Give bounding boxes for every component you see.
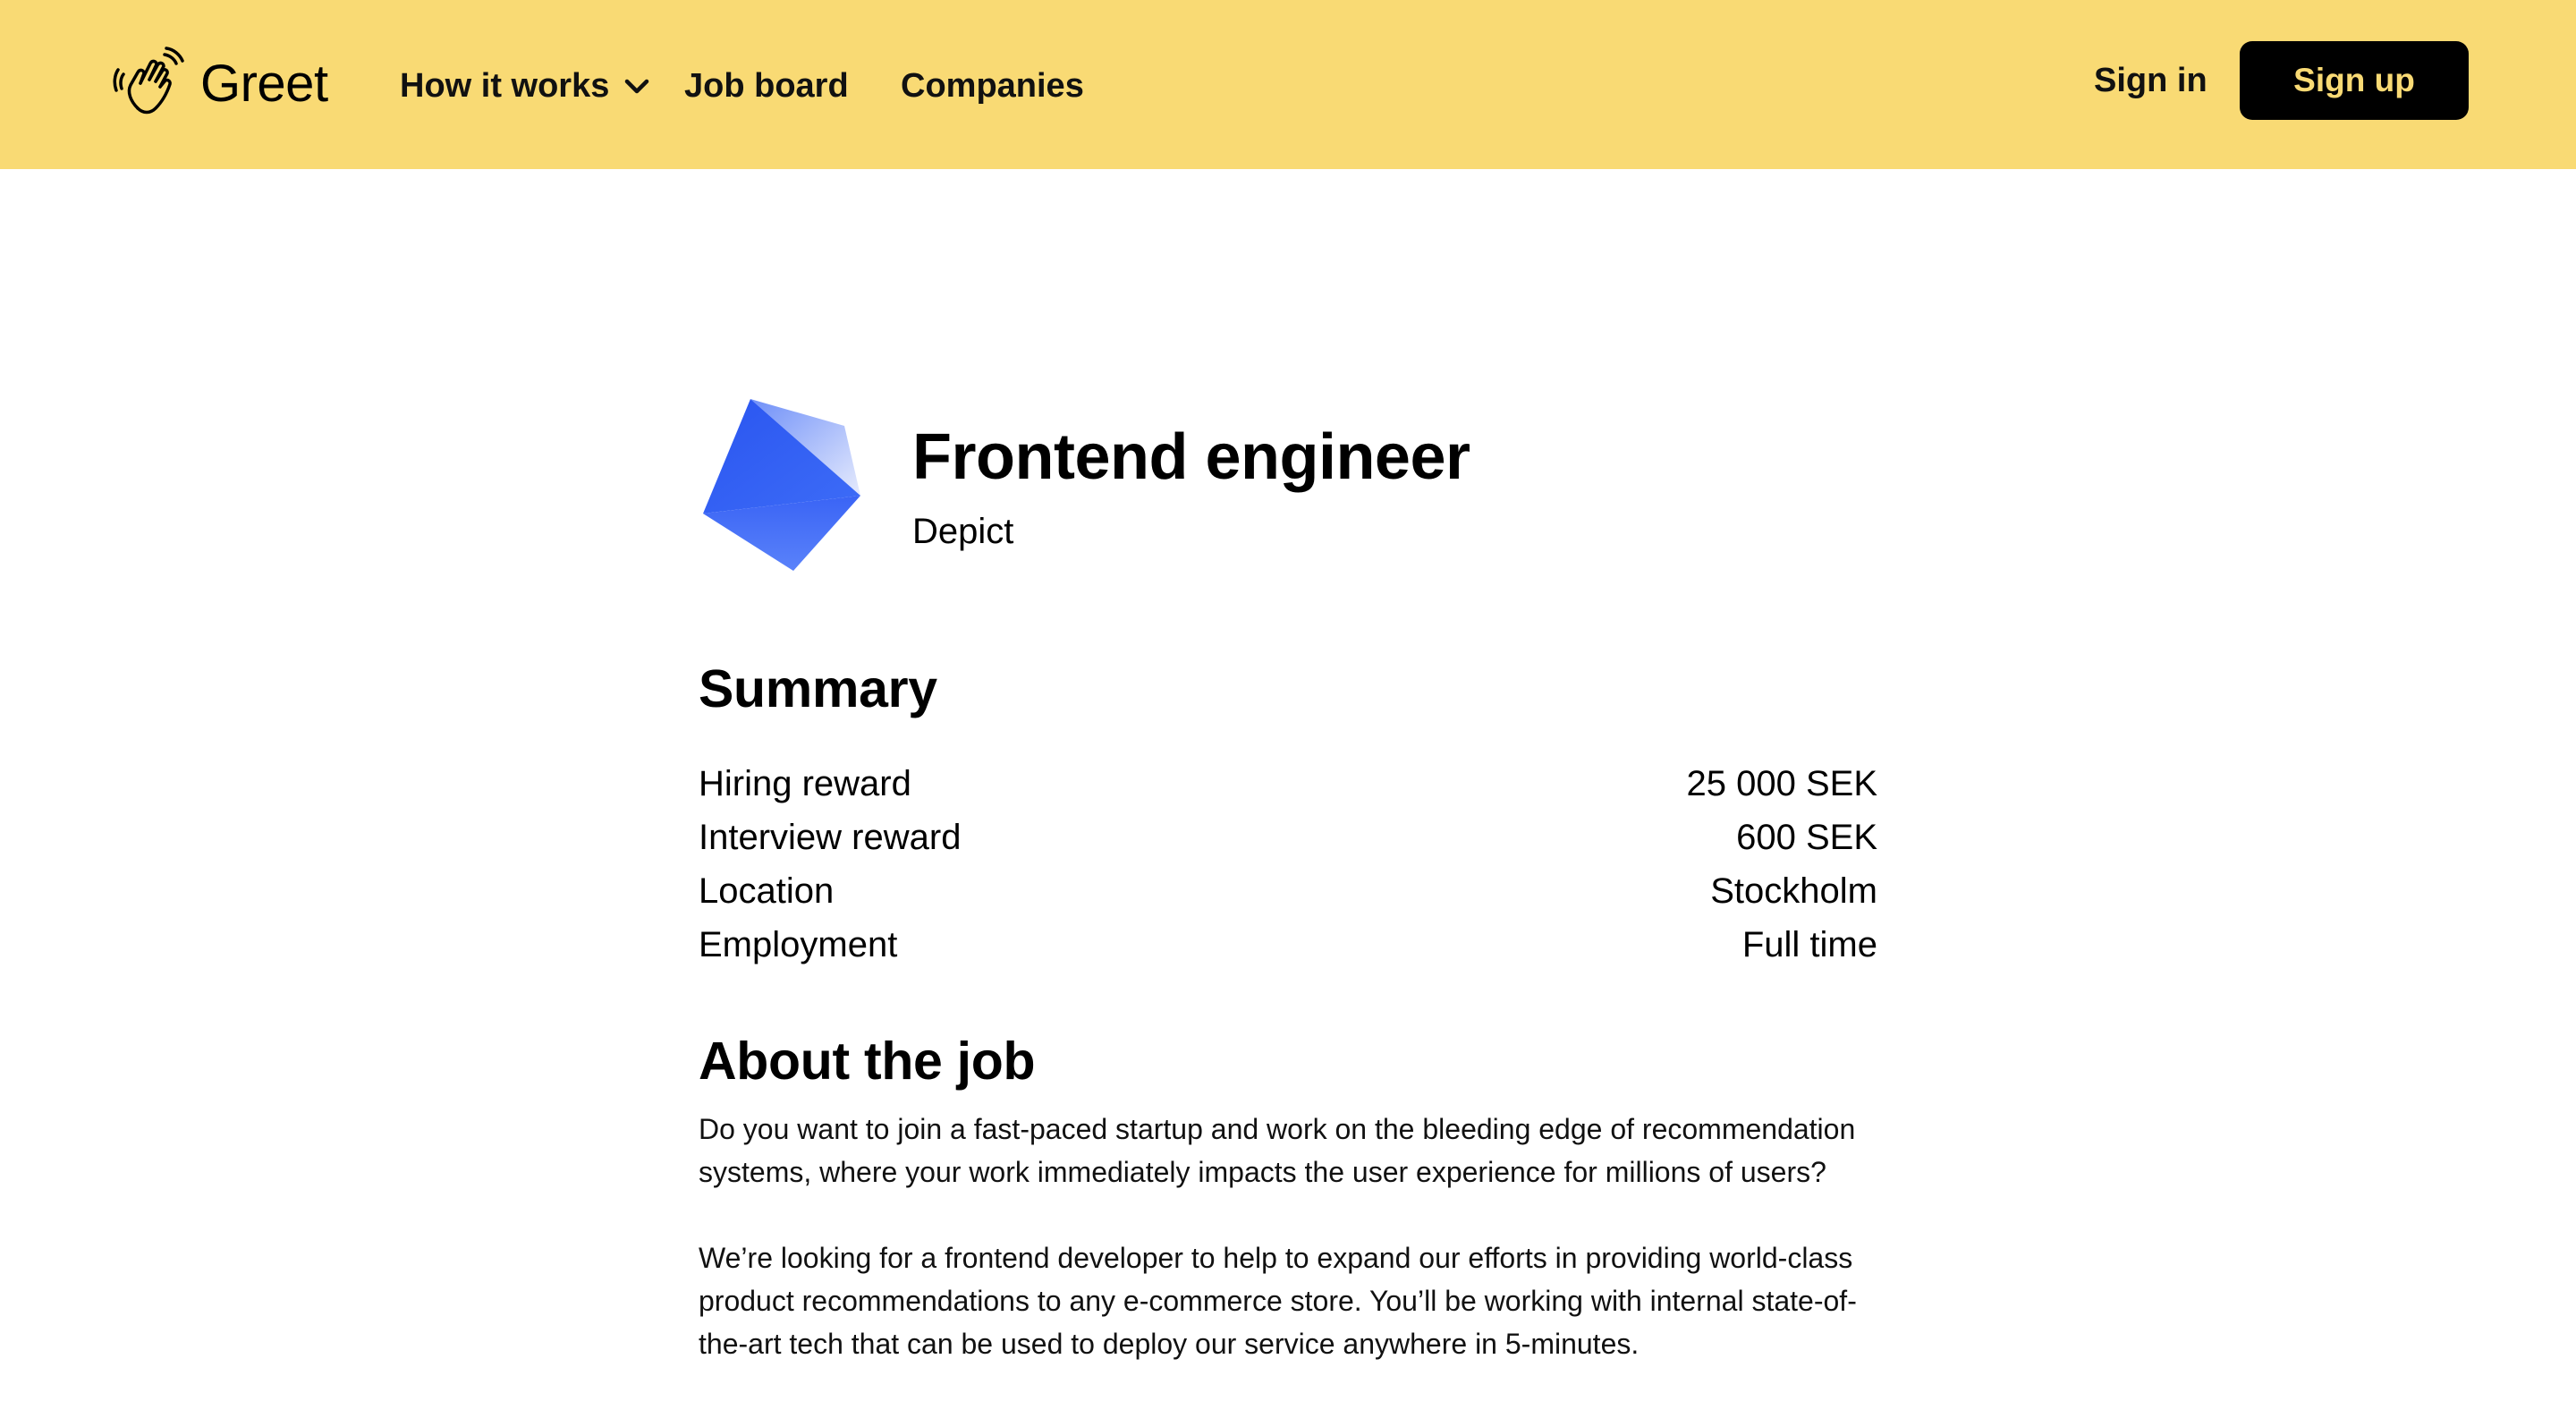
company-name: Depict [912,512,1014,551]
about-job-text: Do you want to join a fast-paced startup… [699,1108,1888,1365]
summary-table: Hiring reward 25 000 SEK Interview rewar… [699,757,1877,972]
job-title: Frontend engineer [912,421,1470,493]
sign-up-button[interactable]: Sign up [2240,41,2469,120]
summary-label: Employment [699,925,898,964]
summary-label: Interview reward [699,818,962,857]
summary-row: Hiring reward 25 000 SEK [699,757,1877,811]
home-logo-link[interactable]: Greet [111,43,328,123]
summary-value: 600 SEK [1736,818,1877,857]
about-paragraph: We’re looking for a frontend developer t… [699,1242,1857,1360]
nav-companies[interactable]: Companies [901,61,1084,111]
sign-in-link[interactable]: Sign in [2094,55,2207,106]
about-heading: About the job [699,1032,1036,1091]
summary-heading: Summary [699,659,937,718]
summary-row: Employment Full time [699,918,1877,972]
company-logo [703,399,860,571]
summary-value: 25 000 SEK [1686,764,1878,803]
summary-row: Location Stockholm [699,864,1877,918]
summary-value: Stockholm [1710,871,1877,911]
chevron-down-icon [625,79,649,94]
summary-label: Location [699,871,835,911]
nav-job-board[interactable]: Job board [684,61,849,111]
top-navigation-bar: Greet How it works Job board Companies S… [0,0,2576,169]
nav-how-it-works[interactable]: How it works [400,61,652,111]
brand-name: Greet [200,54,328,113]
summary-value: Full time [1741,925,1877,964]
summary-label: Hiring reward [699,764,911,803]
nav-how-it-works-label: How it works [400,66,610,105]
waving-hand-icon [113,47,184,115]
summary-row: Interview reward 600 SEK [699,811,1877,864]
about-paragraph: Do you want to join a fast-paced startup… [699,1113,1856,1188]
nav-companies-label: Companies [901,66,1084,105]
nav-job-board-label: Job board [684,66,849,105]
